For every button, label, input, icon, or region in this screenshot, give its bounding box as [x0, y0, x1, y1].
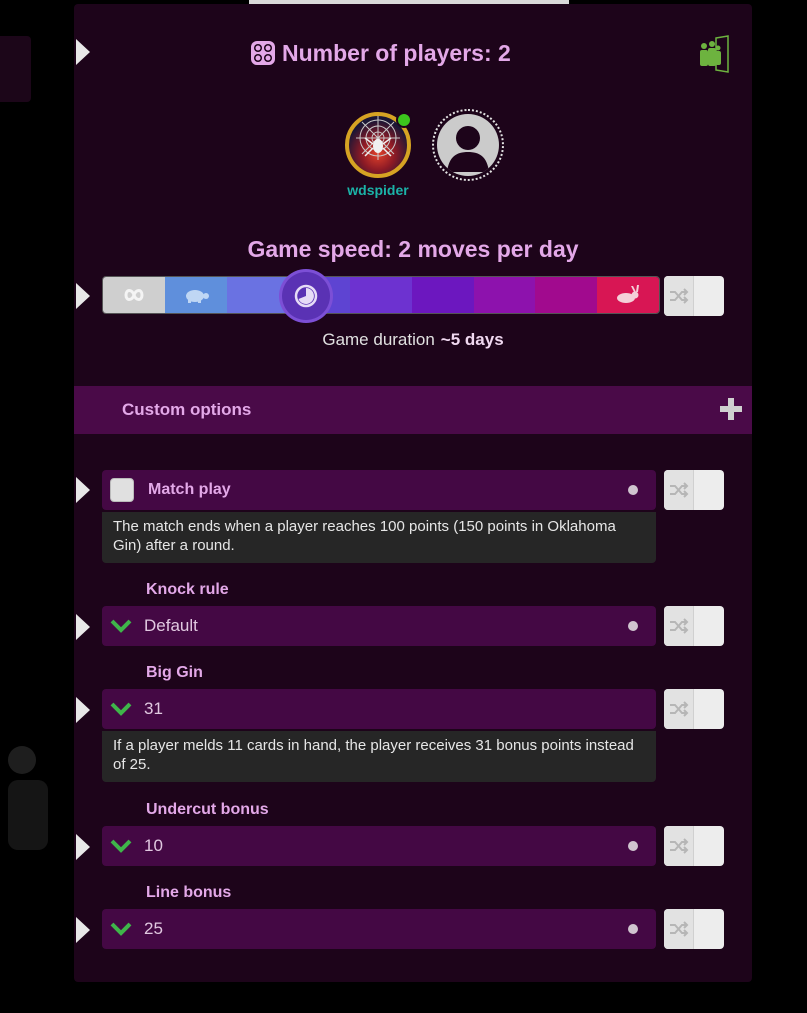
expand-option-arrow-icon[interactable]	[76, 477, 90, 503]
undercut-bonus-random-toggle[interactable]	[664, 826, 724, 866]
chevron-down-icon	[110, 702, 132, 716]
default-indicator-dot	[628, 841, 638, 851]
speed-segment[interactable]	[226, 277, 289, 313]
game-settings-panel: Number of players: 2 wdspider Game speed…	[74, 4, 752, 982]
expand-option-arrow-icon[interactable]	[76, 917, 90, 943]
big-gin-label: Big Gin	[146, 664, 203, 681]
players-title: Number of players: 2	[250, 40, 511, 66]
speed-segment[interactable]	[473, 277, 536, 313]
big-gin-random-toggle[interactable]	[664, 689, 724, 729]
match-play-checkbox[interactable]	[110, 478, 134, 502]
shuffle-icon	[669, 838, 688, 854]
custom-options-header[interactable]: Custom options	[74, 386, 752, 434]
match-play-description: The match ends when a player reaches 100…	[102, 512, 656, 563]
left-side-tab[interactable]	[0, 36, 31, 102]
undercut-bonus-value: 10	[144, 836, 163, 855]
speed-segment[interactable]	[411, 277, 474, 313]
game-speed-title: Game speed: 2 moves per day	[247, 236, 579, 262]
user-silhouette-icon	[447, 126, 489, 172]
expand-option-arrow-icon[interactable]	[76, 834, 90, 860]
game-duration-label: Game duration	[322, 330, 435, 349]
clock-icon	[294, 284, 318, 308]
expand-option-arrow-icon[interactable]	[76, 697, 90, 723]
custom-options-title: Custom options	[122, 400, 252, 419]
big-gin-value: 31	[144, 699, 163, 718]
chevron-down-icon	[110, 839, 132, 853]
turtle-icon	[185, 290, 209, 303]
line-bonus-select[interactable]: 25	[102, 909, 656, 949]
chevron-down-icon	[110, 922, 132, 936]
game-duration: Game duration ~5 days	[74, 330, 752, 350]
player-name[interactable]: wdspider	[338, 182, 418, 198]
line-bonus-label: Line bonus	[146, 884, 232, 901]
leave-game-icon[interactable]	[694, 34, 732, 74]
speed-random-toggle[interactable]	[664, 276, 724, 316]
expand-option-arrow-icon[interactable]	[76, 614, 90, 640]
expand-players-arrow-icon[interactable]	[76, 39, 90, 65]
knock-rule-label: Knock rule	[146, 581, 229, 598]
shuffle-icon	[669, 618, 688, 634]
shuffle-icon	[669, 921, 688, 937]
match-play-row[interactable]: Match play	[102, 470, 656, 510]
plus-icon[interactable]	[720, 398, 742, 420]
shuffle-icon	[669, 701, 688, 717]
online-status-dot	[396, 112, 412, 128]
line-bonus-value: 25	[144, 919, 163, 938]
game-duration-value: ~5 days	[440, 330, 504, 349]
speed-segment[interactable]	[350, 277, 412, 313]
chevron-down-icon	[110, 619, 132, 633]
undercut-bonus-label: Undercut bonus	[146, 801, 269, 818]
speed-segment-turtle[interactable]	[164, 277, 227, 313]
default-indicator-dot	[628, 621, 638, 631]
default-indicator-dot	[628, 485, 638, 495]
match-play-random-toggle[interactable]	[664, 470, 724, 510]
shuffle-icon	[669, 482, 688, 498]
players-title-text: Number of players: 2	[282, 39, 511, 66]
speed-slider[interactable]	[102, 276, 660, 314]
match-play-label: Match play	[148, 481, 231, 498]
empty-player-slot[interactable]	[432, 109, 504, 181]
knock-rule-value: Default	[144, 616, 198, 635]
infinity-icon	[124, 289, 144, 301]
big-gin-description: If a player melds 11 cards in hand, the …	[102, 731, 656, 782]
background-figure	[8, 746, 48, 850]
default-indicator-dot	[628, 924, 638, 934]
speed-segment[interactable]	[535, 277, 598, 313]
rabbit-icon	[617, 285, 640, 303]
shuffle-icon	[669, 288, 688, 304]
big-gin-select[interactable]: 31	[102, 689, 656, 729]
line-bonus-random-toggle[interactable]	[664, 909, 724, 949]
players-icon	[251, 41, 275, 65]
undercut-bonus-select[interactable]: 10	[102, 826, 656, 866]
speed-slider-handle[interactable]	[282, 272, 330, 320]
expand-speed-arrow-icon[interactable]	[76, 283, 90, 309]
speed-segment-rabbit[interactable]	[597, 277, 660, 313]
speed-segment-unlimited[interactable]	[103, 277, 165, 313]
knock-rule-select[interactable]: Default	[102, 606, 656, 646]
knock-rule-random-toggle[interactable]	[664, 606, 724, 646]
